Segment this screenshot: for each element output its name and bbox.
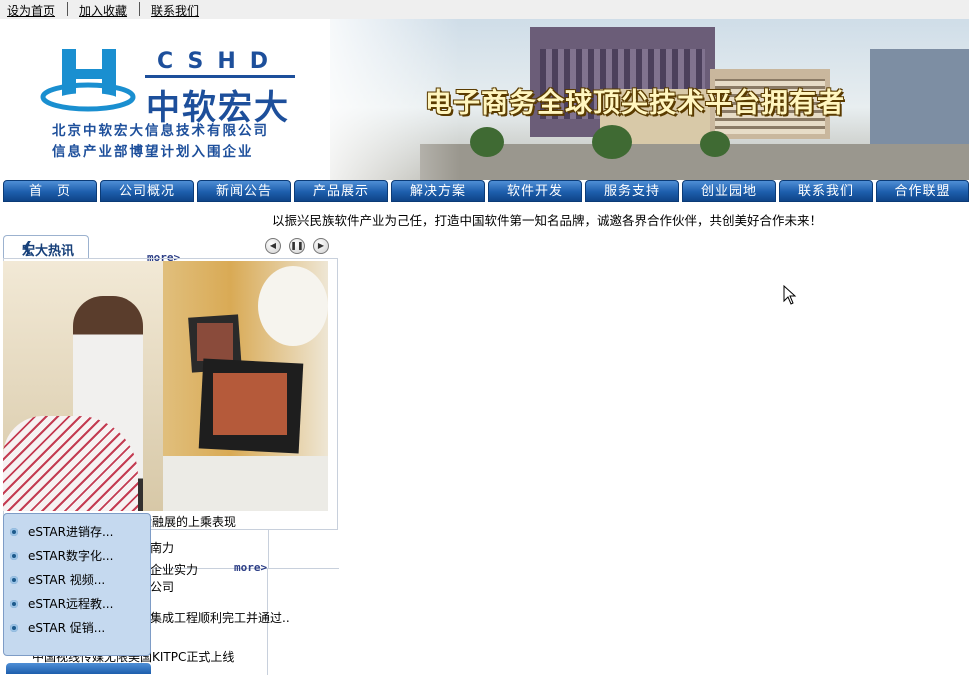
menu-item[interactable]: eSTAR远程教... (10, 595, 113, 612)
nav-company[interactable]: 公司概况 (100, 180, 194, 202)
bullet-icon (10, 527, 18, 536)
menu-item[interactable]: eSTAR数字化... (10, 547, 113, 564)
logo-icon (40, 49, 136, 112)
set-homepage-link[interactable]: 设为首页 (7, 2, 55, 19)
news-tab[interactable]: ❮ 宏大热讯 (3, 235, 89, 259)
header-banner: CSHD 中软宏大 北京中软宏大信息技术有限公司 信息产业部博望计划入围企业 电… (0, 19, 969, 180)
mouse-cursor-icon (783, 285, 797, 305)
menu-item[interactable]: eSTAR 促销... (10, 619, 105, 636)
nav-support[interactable]: 服务支持 (585, 180, 679, 202)
news-tab-label: 宏大热讯 (22, 244, 75, 259)
bullet-icon (10, 599, 18, 608)
top-bar: 设为首页 加入收藏 联系我们 (0, 0, 969, 19)
separator (67, 2, 68, 16)
second-more-link[interactable]: more> (234, 561, 267, 574)
company-tagline: 信息产业部博望计划入围企业 (52, 144, 254, 160)
logo-letters: CSHD (157, 49, 283, 74)
product-dropdown-menu: eSTAR进销存... eSTAR数字化... eSTAR 视频... eSTA… (3, 513, 151, 656)
nav-contact[interactable]: 联系我们 (779, 180, 873, 202)
news-item[interactable]: 南力 (150, 539, 174, 556)
menu-item[interactable]: eSTAR 视频... (10, 571, 105, 588)
pause-icon[interactable]: ❚❚ (289, 238, 305, 254)
nav-news[interactable]: 新闻公告 (197, 180, 291, 202)
nav-software-dev[interactable]: 软件开发 (488, 180, 582, 202)
nav-home[interactable]: 首 页 (3, 180, 97, 202)
contact-link[interactable]: 联系我们 (151, 2, 199, 19)
bullet-icon (10, 575, 18, 584)
next-icon[interactable]: ▶ (313, 238, 329, 254)
main-nav: 首 页 公司概况 新闻公告 产品展示 解决方案 软件开发 服务支持 创业园地 联… (3, 180, 969, 204)
bullet-icon (10, 551, 18, 560)
scrolling-announcement: 以振兴民族软件产业为己任，打造中国软件第一知名品牌，诚邀各界合作伙伴，共创美好合… (272, 213, 823, 228)
menu-item[interactable]: eSTAR进销存... (10, 523, 113, 540)
nav-alliance[interactable]: 合作联盟 (876, 180, 969, 202)
news-item[interactable]: 集成工程顺利完工并通过.. (150, 609, 290, 626)
news-photo[interactable] (3, 261, 328, 511)
prev-icon[interactable]: ◀ (265, 238, 281, 254)
bullet-icon (10, 623, 18, 632)
news-item[interactable]: 企业实力 (150, 561, 198, 578)
slogan-text: 电子商务全球顶尖技术平台拥有者 (425, 88, 845, 119)
nav-products[interactable]: 产品展示 (294, 180, 388, 202)
news-item[interactable]: 公司 (150, 578, 174, 595)
nav-startup[interactable]: 创业园地 (682, 180, 776, 202)
company-name: 北京中软宏大信息技术有限公司 (52, 123, 269, 139)
nav-solutions[interactable]: 解决方案 (391, 180, 485, 202)
separator (139, 2, 140, 16)
add-favorite-link[interactable]: 加入收藏 (79, 2, 127, 19)
menu-tab[interactable] (6, 663, 151, 674)
